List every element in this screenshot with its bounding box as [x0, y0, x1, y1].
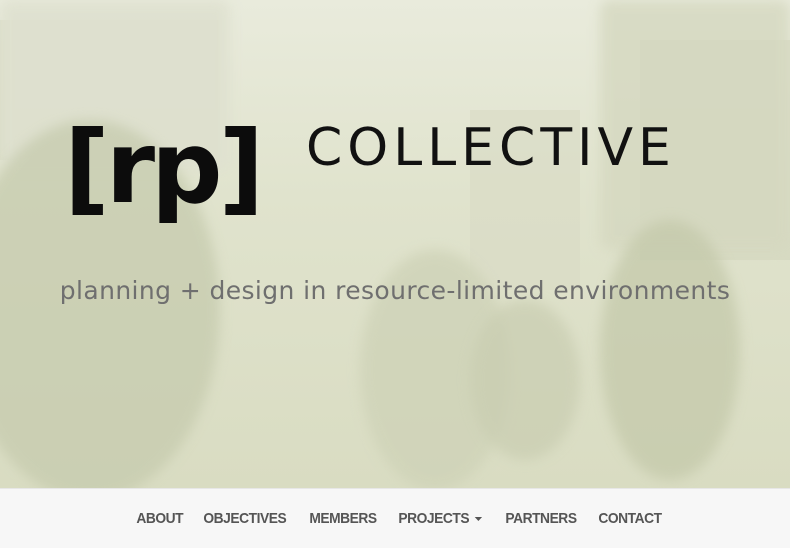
nav-item-contact[interactable]: CONTACT [591, 510, 669, 527]
nav-item-projects-label: PROJECTS [398, 510, 470, 527]
nav-menu: ABOUT OBJECTIVES MEMBERS PROJECTS PARTNE… [129, 489, 676, 548]
caret-down-icon [474, 517, 482, 522]
nav-item-about[interactable]: ABOUT [129, 510, 190, 527]
background-photo-motorbike [470, 300, 580, 460]
logo-mark: [rp] [64, 109, 264, 226]
background-photo-cyclist [600, 220, 740, 480]
nav-item-projects[interactable]: PROJECTS [391, 510, 489, 527]
site-logo[interactable]: [rp] COLLECTIVE [64, 118, 744, 238]
logo-wordmark: COLLECTIVE [306, 118, 676, 178]
nav-item-partners[interactable]: PARTNERS [498, 510, 584, 527]
hero-banner: [rp] COLLECTIVE planning + design in res… [0, 0, 790, 488]
tagline: planning + design in resource-limited en… [59, 276, 731, 305]
main-navbar: ABOUT OBJECTIVES MEMBERS PROJECTS PARTNE… [0, 488, 790, 548]
nav-item-objectives[interactable]: OBJECTIVES [196, 510, 294, 527]
nav-item-members[interactable]: MEMBERS [302, 510, 384, 527]
